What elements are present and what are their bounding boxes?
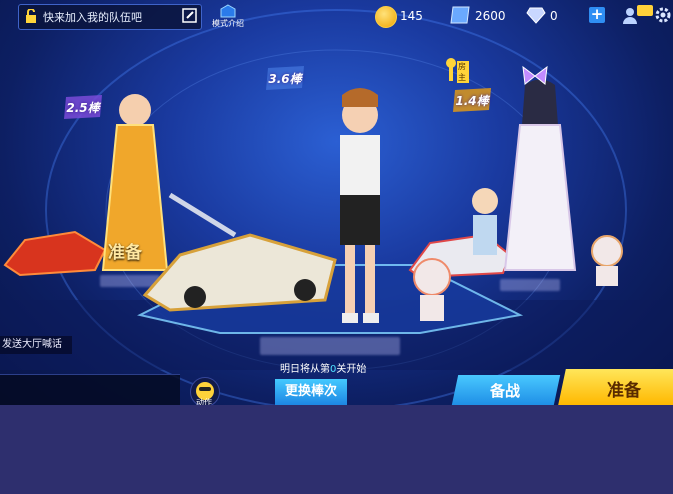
mode-intro-label: 模式介绍 bbox=[212, 19, 244, 28]
diamond-icon bbox=[526, 7, 546, 24]
letterbox-area bbox=[0, 405, 673, 494]
emote-label: 动作 bbox=[196, 398, 212, 405]
stick-tag-3: 1.4棒 bbox=[451, 87, 493, 113]
mode-intro-button[interactable]: 模式介绍 bbox=[208, 4, 248, 30]
add-currency-button[interactable]: + bbox=[589, 7, 605, 23]
prepare-battle-label: 备战 bbox=[489, 382, 520, 400]
card-icon bbox=[450, 6, 470, 24]
pet-figure-boy bbox=[472, 188, 498, 255]
key-icon bbox=[446, 58, 456, 81]
edit-icon[interactable] bbox=[182, 8, 197, 23]
character-figure-3 bbox=[503, 80, 577, 271]
diamond-count: 0 bbox=[550, 9, 558, 23]
stick-tag-2: 3.6棒 bbox=[264, 65, 306, 91]
racing-car-red bbox=[3, 230, 107, 277]
player-3-name bbox=[500, 279, 560, 291]
ready-button-label: 准备 bbox=[607, 381, 641, 401]
stick-tag-1: 2.5棒 bbox=[62, 94, 104, 120]
team-invite-text: 快来加入我的队伍吧 bbox=[43, 11, 142, 24]
coin-icon bbox=[375, 6, 397, 28]
character-figure-2 bbox=[340, 88, 380, 323]
game-lobby: 快来加入我的队伍吧 模式介绍 145 2600 0 + 2.5棒 准备 3.6棒… bbox=[0, 0, 673, 405]
coin-count: 145 bbox=[400, 9, 423, 23]
mail-icon[interactable] bbox=[637, 5, 653, 16]
pet-figure-lion-1 bbox=[413, 258, 451, 321]
racing-car-gold bbox=[142, 233, 337, 312]
player-slot-3[interactable]: 1.4棒 房主 bbox=[405, 55, 625, 325]
pet-figure-lion-2 bbox=[591, 235, 623, 286]
team-invite-bar[interactable]: 快来加入我的队伍吧 bbox=[18, 4, 202, 30]
mode-intro-icon bbox=[220, 4, 236, 18]
lock-icon bbox=[26, 9, 36, 23]
player-1-ready-label: 准备 bbox=[108, 243, 142, 263]
chat-shout-hint[interactable]: 发送大厅喊话 bbox=[0, 336, 72, 354]
room-owner-badge: 房主 bbox=[445, 57, 469, 83]
change-stick-button[interactable]: 更换棒次 bbox=[275, 379, 347, 405]
player-slot-2[interactable]: 3.6棒 bbox=[140, 65, 410, 355]
chat-box[interactable] bbox=[0, 374, 180, 405]
player-2-name bbox=[260, 337, 400, 355]
gear-icon[interactable] bbox=[654, 6, 672, 24]
next-day-notice: 明日将从第0关开始 bbox=[280, 364, 367, 375]
butterfly-icon bbox=[522, 65, 548, 85]
card-count: 2600 bbox=[475, 9, 506, 23]
